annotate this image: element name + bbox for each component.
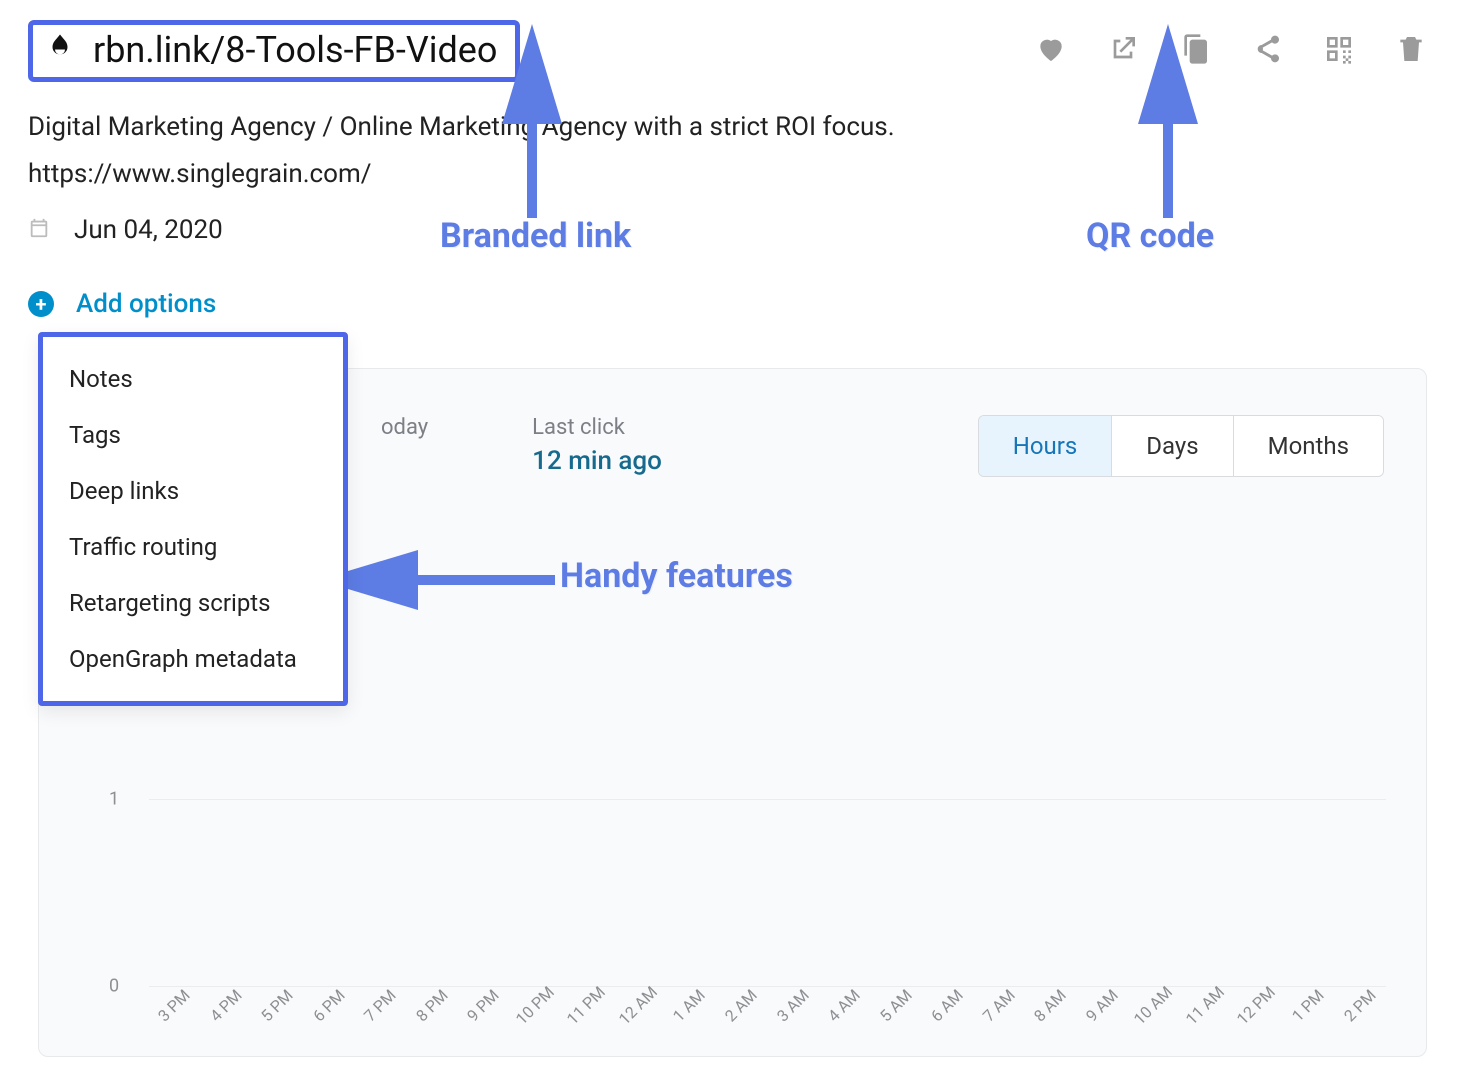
chart-x-label: 7 AM	[974, 981, 1024, 1031]
copy-icon[interactable]	[1179, 33, 1211, 69]
brand-logo-icon	[45, 32, 75, 68]
add-options-label: Add options	[76, 289, 216, 319]
chart-x-label: 6 AM	[922, 981, 972, 1031]
share-icon[interactable]	[1251, 33, 1283, 69]
segment-days[interactable]: Days	[1111, 416, 1232, 476]
chart-x-label: 10 AM	[1128, 981, 1178, 1031]
arrow-up-icon	[1148, 68, 1188, 222]
chart-x-label: 1 PM	[1283, 981, 1333, 1031]
chart-x-label: 12 PM	[1231, 981, 1281, 1031]
chart-x-label: 9 AM	[1077, 981, 1127, 1031]
chart-x-label: 5 AM	[871, 981, 921, 1031]
stat-last-click-value: 12 min ago	[532, 446, 662, 476]
option-retargeting-scripts[interactable]: Retargeting scripts	[65, 575, 321, 631]
chart-x-label: 6 PM	[304, 981, 354, 1031]
arrow-up-icon	[512, 68, 552, 222]
chart-x-label: 11 AM	[1180, 981, 1230, 1031]
arrow-left-icon	[360, 560, 560, 604]
stat-last-click-label: Last click	[532, 415, 662, 440]
option-notes[interactable]: Notes	[65, 351, 321, 407]
chart-x-label: 3 PM	[149, 981, 199, 1031]
calendar-icon	[28, 217, 50, 243]
time-range-segment: Hours Days Months	[978, 415, 1384, 477]
short-link-box[interactable]: rbn.link/8-Tools-FB-Video	[28, 20, 520, 82]
open-external-icon[interactable]	[1107, 33, 1139, 69]
link-description: Digital Marketing Agency / Online Market…	[28, 108, 1437, 147]
chart-x-label: 2 AM	[716, 981, 766, 1031]
qr-code-icon[interactable]	[1323, 33, 1355, 69]
plus-icon: +	[28, 291, 54, 317]
short-link-text: rbn.link/8-Tools-FB-Video	[93, 29, 497, 71]
option-opengraph-metadata[interactable]: OpenGraph metadata	[65, 631, 321, 687]
stat-last-click: Last click 12 min ago	[532, 415, 662, 476]
created-date: Jun 04, 2020	[74, 215, 223, 245]
chart-x-label: 10 PM	[510, 981, 560, 1031]
chart-x-label: 12 AM	[613, 981, 663, 1031]
add-options-button[interactable]: + Add options	[28, 289, 1437, 319]
chart-x-label: 5 PM	[252, 981, 302, 1031]
annotation-branded-link: Branded link	[440, 216, 631, 256]
link-toolbar	[995, 33, 1437, 69]
destination-url: https://www.singlegrain.com/	[28, 159, 1437, 189]
chart-x-label: 1 AM	[664, 981, 714, 1031]
segment-hours[interactable]: Hours	[979, 416, 1112, 476]
chart-x-label: 8 AM	[1025, 981, 1075, 1031]
option-tags[interactable]: Tags	[65, 407, 321, 463]
annotation-qr-code: QR code	[1086, 216, 1214, 256]
segment-months[interactable]: Months	[1233, 416, 1383, 476]
chart-y-tick: 0	[109, 976, 119, 997]
options-dropdown: Notes Tags Deep links Traffic routing Re…	[38, 332, 348, 706]
chart-x-label: 9 PM	[458, 981, 508, 1031]
chart-x-label: 4 PM	[201, 981, 251, 1031]
chart-x-label: 2 PM	[1335, 981, 1385, 1031]
stat-clicks-today: oday	[381, 415, 428, 476]
chart-x-label: 11 PM	[561, 981, 611, 1031]
stat-clicks-today-label: oday	[381, 415, 428, 440]
annotation-handy-features: Handy features	[560, 556, 793, 596]
chart-x-label: 8 PM	[407, 981, 457, 1031]
favorite-heart-icon[interactable]	[1035, 33, 1067, 69]
chart-x-label: 7 PM	[355, 981, 405, 1031]
chart-x-label: 4 AM	[819, 981, 869, 1031]
option-traffic-routing[interactable]: Traffic routing	[65, 519, 321, 575]
option-deep-links[interactable]: Deep links	[65, 463, 321, 519]
chart-y-tick: 1	[109, 789, 119, 810]
delete-trash-icon[interactable]	[1395, 33, 1427, 69]
chart-x-label: 3 AM	[768, 981, 818, 1031]
